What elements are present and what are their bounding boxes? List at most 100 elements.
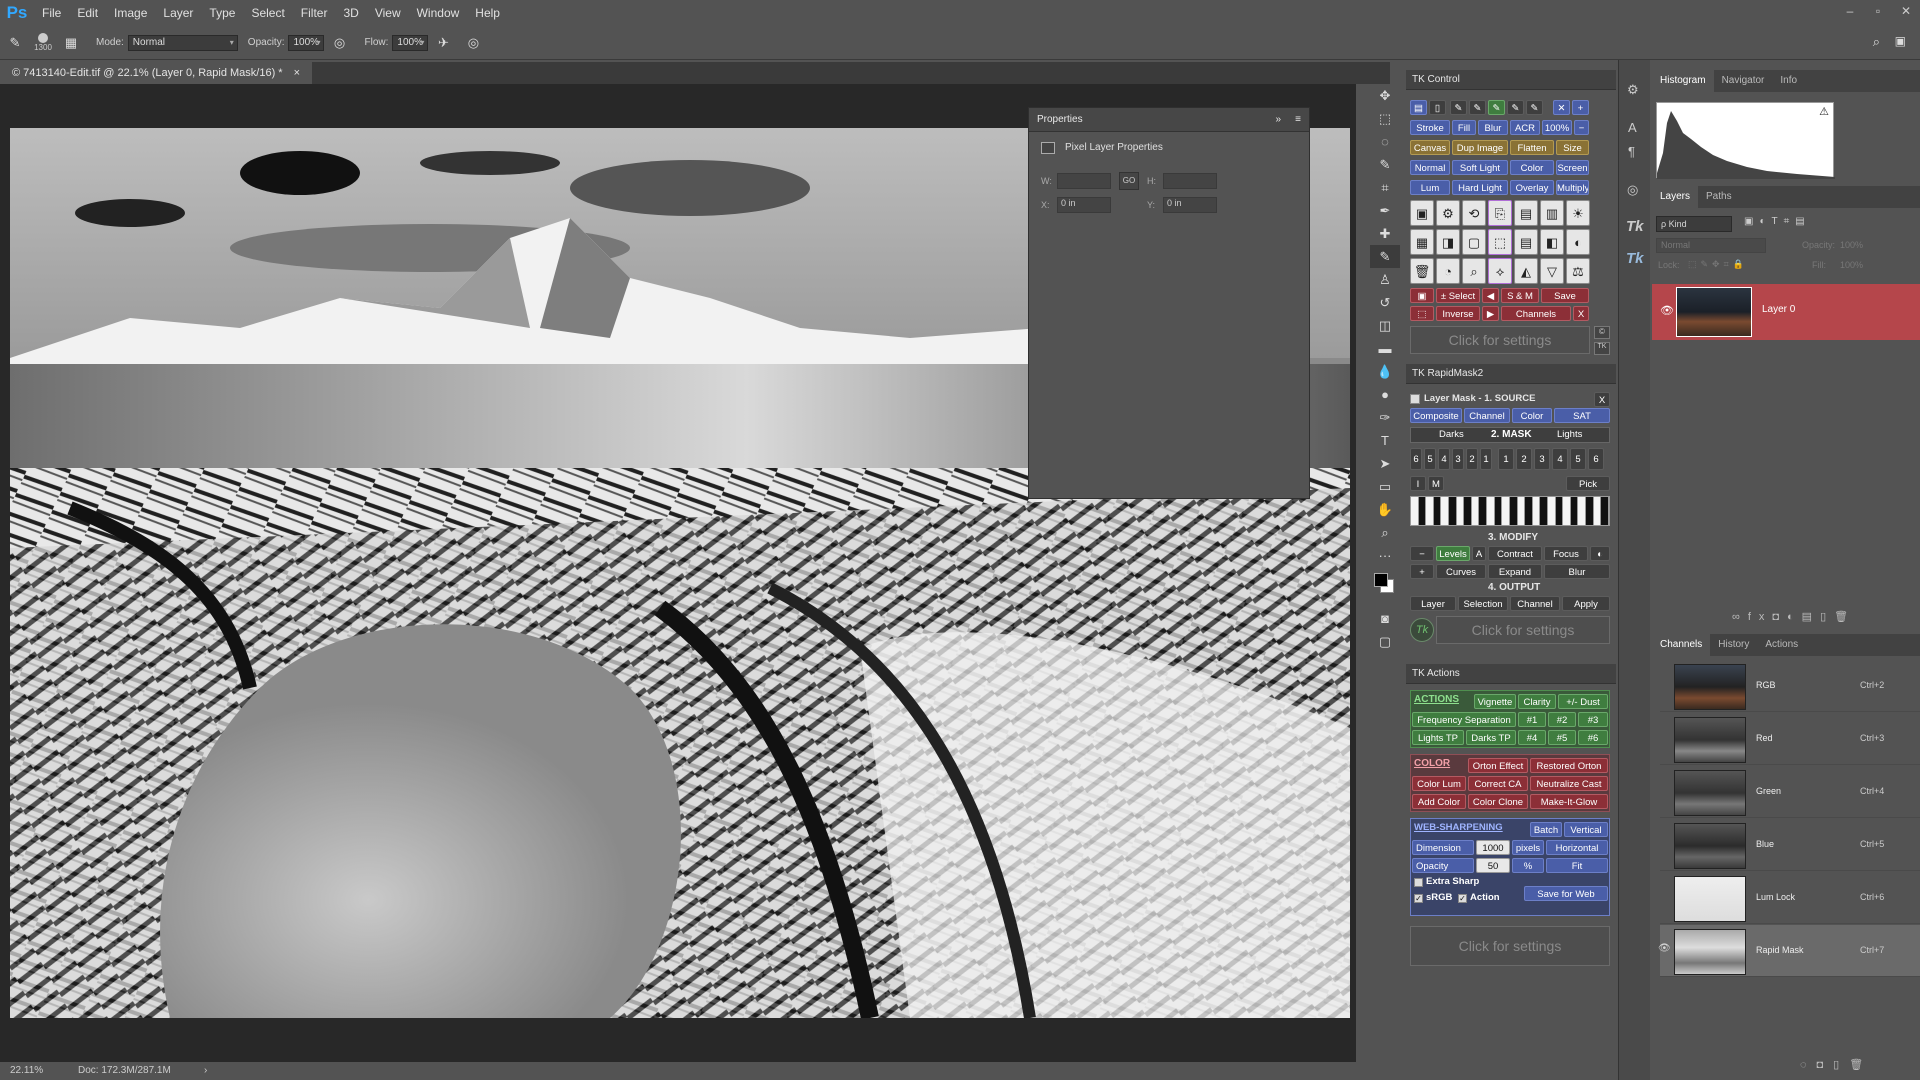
- action-2-button[interactable]: #2: [1548, 712, 1576, 727]
- zone-key[interactable]: [1441, 497, 1450, 525]
- darks-zone-2-button[interactable]: 2: [1466, 448, 1478, 470]
- fill-value[interactable]: 100%: [1840, 260, 1863, 270]
- tk-adjustment-icon[interactable]: ⟡: [1488, 258, 1512, 284]
- restored-orton-button[interactable]: Restored Orton: [1530, 758, 1608, 773]
- dimension-input[interactable]: 1000: [1476, 840, 1510, 855]
- overlay-button[interactable]: Overlay: [1510, 180, 1554, 195]
- dust-button[interactable]: +/- Dust: [1558, 694, 1608, 709]
- minimize-button[interactable]: –: [1836, 0, 1864, 22]
- zone-key[interactable]: [1418, 497, 1427, 525]
- clone-stamp-tool-icon[interactable]: ♙: [1370, 268, 1400, 291]
- increase-icon[interactable]: +: [1410, 564, 1434, 579]
- brush-tool-icon[interactable]: ✎: [6, 34, 24, 52]
- pressure-size-icon[interactable]: ◎: [464, 34, 482, 52]
- zone-key[interactable]: [1456, 497, 1465, 525]
- screen-mode-icon[interactable]: ▢: [1370, 630, 1400, 653]
- hard-light-button[interactable]: Hard Light: [1452, 180, 1508, 195]
- brush-icon[interactable]: ✎: [1450, 100, 1467, 115]
- zoom-tool-icon[interactable]: ⌕: [1370, 521, 1400, 544]
- width-field[interactable]: [1057, 173, 1111, 189]
- color-swatches[interactable]: [1370, 567, 1400, 607]
- tk-actions-settings-button[interactable]: Click for settings: [1410, 926, 1610, 966]
- curves-button[interactable]: Curves: [1436, 564, 1486, 579]
- zone-key[interactable]: [1502, 497, 1510, 525]
- stroke-button[interactable]: Stroke: [1410, 120, 1450, 135]
- minus-icon[interactable]: −: [1574, 120, 1589, 135]
- brush-gray-icon[interactable]: ✎: [1507, 100, 1524, 115]
- layer-name[interactable]: Layer 0: [1762, 304, 1795, 315]
- web-opacity-input[interactable]: 50: [1476, 858, 1510, 873]
- tk-adjustment-icon[interactable]: ◨: [1436, 229, 1460, 255]
- tk-adjustment-icon[interactable]: ⬚: [1488, 229, 1512, 255]
- channels-button[interactable]: Channels: [1501, 306, 1571, 321]
- color-lum-button[interactable]: Color Lum: [1412, 776, 1466, 791]
- lights-zone-5-button[interactable]: 5: [1570, 448, 1586, 470]
- inverse-button[interactable]: Inverse: [1436, 306, 1480, 321]
- channel-row[interactable]: Green Ctrl+4: [1660, 766, 1920, 818]
- correct-ca-button[interactable]: Correct CA: [1468, 776, 1528, 791]
- frequency-separation-button[interactable]: Frequency Separation: [1412, 712, 1516, 727]
- tk-adjustment-icon[interactable]: ◭: [1514, 258, 1538, 284]
- layer-footer-icons[interactable]: ∞fx◘◐▤▯🗑: [1732, 610, 1856, 623]
- tab-channels[interactable]: Channels: [1652, 634, 1711, 656]
- select-button[interactable]: ± Select: [1436, 288, 1480, 303]
- link-dimensions-button[interactable]: GO: [1119, 172, 1139, 190]
- color-blend-button[interactable]: Color: [1510, 160, 1554, 175]
- zone-key[interactable]: [1471, 497, 1480, 525]
- hand-tool-icon[interactable]: ✋: [1370, 498, 1400, 521]
- tk-adjustment-icon[interactable]: ⚙: [1436, 200, 1460, 226]
- paragraph-icon[interactable]: ¶: [1628, 144, 1635, 159]
- zone-key[interactable]: [1540, 497, 1548, 525]
- levels-button[interactable]: Levels: [1436, 546, 1470, 561]
- zone-key[interactable]: [1586, 497, 1594, 525]
- apply-button[interactable]: Apply: [1562, 596, 1610, 611]
- neutralize-cast-button[interactable]: Neutralize Cast: [1530, 776, 1608, 791]
- zone-key[interactable]: [1509, 497, 1518, 525]
- channel-row[interactable]: RGB Ctrl+2: [1660, 660, 1920, 712]
- add-color-button[interactable]: Add Color: [1412, 794, 1466, 809]
- open-icon[interactable]: ▤: [1410, 100, 1427, 115]
- color-clone-button[interactable]: Color Clone: [1468, 794, 1528, 809]
- maximize-button[interactable]: ▫: [1864, 0, 1892, 22]
- warning-icon[interactable]: ⚠: [1819, 105, 1829, 118]
- tk-adjustment-icon[interactable]: 🗑: [1410, 258, 1434, 284]
- acr-button[interactable]: ACR: [1510, 120, 1540, 135]
- lights-zone-3-button[interactable]: 3: [1534, 448, 1550, 470]
- next-icon[interactable]: ▶: [1482, 306, 1499, 321]
- adjustments-icon[interactable]: ⚙: [1627, 82, 1639, 98]
- panel-menu-icon[interactable]: ≡: [1295, 108, 1301, 132]
- tk-adjustment-icon[interactable]: ◐: [1566, 229, 1590, 255]
- zone-key[interactable]: [1532, 497, 1541, 525]
- canvas-button[interactable]: Canvas: [1410, 140, 1450, 155]
- fit-screen-icon[interactable]: ✕: [1553, 100, 1570, 115]
- eyedropper-tool-icon[interactable]: ✒: [1370, 199, 1400, 222]
- eraser-tool-icon[interactable]: ◫: [1370, 314, 1400, 337]
- menu-image[interactable]: Image: [106, 0, 155, 26]
- zone-key[interactable]: [1525, 497, 1533, 525]
- airbrush-icon[interactable]: ✈: [434, 34, 452, 52]
- tab-navigator[interactable]: Navigator: [1714, 70, 1773, 92]
- type-tool-icon[interactable]: T: [1370, 429, 1400, 452]
- tk-adjustment-icon[interactable]: ☀: [1566, 200, 1590, 226]
- collapse-icon[interactable]: »: [1275, 108, 1281, 132]
- quick-select-tool-icon[interactable]: ✎: [1370, 153, 1400, 176]
- contract-button[interactable]: Contract: [1488, 546, 1542, 561]
- zone-key[interactable]: [1433, 497, 1442, 525]
- orton-effect-button[interactable]: Orton Effect: [1468, 758, 1528, 773]
- tk-logo-button[interactable]: TK: [1594, 342, 1610, 355]
- extra-sharp-checkbox[interactable]: [1414, 878, 1423, 887]
- size-button[interactable]: Size: [1556, 140, 1589, 155]
- menu-edit[interactable]: Edit: [69, 0, 106, 26]
- status-menu-arrow[interactable]: ›: [204, 1062, 207, 1080]
- tab-layers[interactable]: Layers: [1652, 186, 1699, 208]
- more-tools-icon[interactable]: ···: [1370, 544, 1400, 567]
- vertical-button[interactable]: Vertical: [1564, 822, 1608, 837]
- tk-adjustment-icon[interactable]: ⎘: [1488, 200, 1512, 226]
- sat-button[interactable]: SAT: [1554, 408, 1610, 423]
- flatten-button[interactable]: Flatten: [1510, 140, 1554, 155]
- pen-tool-icon[interactable]: ✑: [1370, 406, 1400, 429]
- invert-mask-button[interactable]: I: [1410, 476, 1426, 491]
- layer-mask-checkbox[interactable]: [1410, 394, 1420, 404]
- lights-zone-6-button[interactable]: 6: [1588, 448, 1604, 470]
- tk-adjustment-icon[interactable]: ▽: [1540, 258, 1564, 284]
